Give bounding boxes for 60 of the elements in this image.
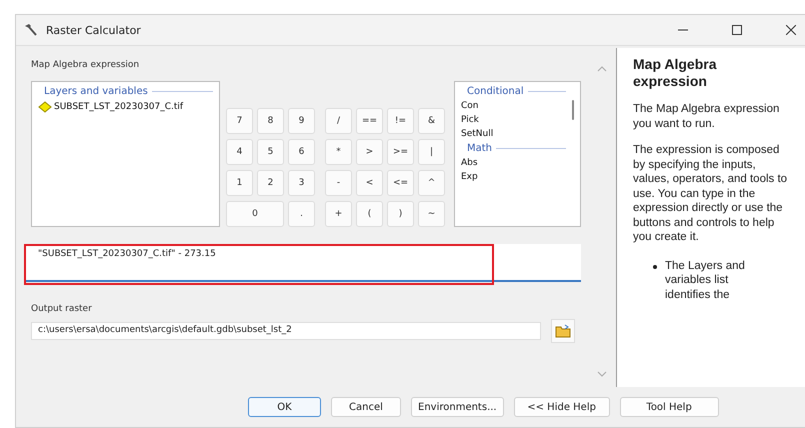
calculator-key[interactable]: . <box>288 201 315 227</box>
calculator-key[interactable]: 6 <box>288 139 315 165</box>
group-heading: Conditional <box>467 86 524 97</box>
group-heading: Layers and variables <box>44 86 148 97</box>
calculator-key[interactable]: 0 <box>226 201 284 227</box>
window-title: Raster Calculator <box>46 24 142 36</box>
output-field[interactable]: c:\users\ersa\documents\arcgis\default.gdb\subset_lst_2 <box>31 322 541 340</box>
help-paragraph: The expression is composed by specifying the inputs, values, operators, and tools to use. You can type in the expression directly or use the buttons and controls to help you create it. <box>633 143 788 244</box>
operator-key[interactable]: * <box>325 139 352 165</box>
calculator-key[interactable]: 8 <box>257 108 284 134</box>
output-label: Output raster <box>31 304 92 314</box>
calculator-key[interactable]: 2 <box>257 170 284 196</box>
maximize-icon <box>732 25 742 35</box>
operator-key[interactable]: ^ <box>418 170 445 196</box>
scroll-down-icon[interactable] <box>597 371 607 377</box>
operator-key[interactable]: & <box>418 108 445 134</box>
dialog-button[interactable]: OK <box>248 397 321 417</box>
operator-key[interactable]: / <box>325 108 352 134</box>
function-item[interactable]: SetNull <box>461 129 566 139</box>
close-icon <box>786 25 796 35</box>
bullet-icon <box>653 264 657 268</box>
operator-key[interactable]: < <box>356 170 383 196</box>
operator-key[interactable]: != <box>387 108 414 134</box>
calculator-key[interactable]: 1 <box>226 170 253 196</box>
hammer-icon <box>24 23 38 37</box>
calculator-key[interactable]: 5 <box>257 139 284 165</box>
operator-key[interactable]: - <box>325 170 352 196</box>
function-item[interactable]: Con <box>461 101 566 111</box>
diamond-icon <box>38 101 52 113</box>
scrollbar-thumb[interactable] <box>572 100 574 120</box>
function-item[interactable]: Abs <box>461 158 566 168</box>
help-bullet-text: The Layers and variables list identifies the <box>665 258 746 302</box>
function-item[interactable]: Pick <box>461 115 566 125</box>
folder-button[interactable] <box>551 319 575 343</box>
operator-key[interactable]: ~ <box>418 201 445 227</box>
operator-key[interactable]: > <box>356 139 383 165</box>
operator-key[interactable]: + <box>325 201 352 227</box>
operator-key[interactable]: <= <box>387 170 414 196</box>
calculator-key[interactable]: 3 <box>288 170 315 196</box>
help-paragraph: The Map Algebra expression you want to run. <box>633 102 780 131</box>
scroll-up-icon[interactable] <box>597 66 607 72</box>
operator-key[interactable]: ( <box>356 201 383 227</box>
group-heading: Math <box>467 143 492 154</box>
calculator-key[interactable]: 7 <box>226 108 253 134</box>
layer-item[interactable]: SUBSET_LST_20230307_C.tif <box>38 101 213 113</box>
dialog-button[interactable]: Cancel <box>331 397 401 417</box>
dialog-button[interactable]: Tool Help <box>620 397 719 417</box>
folder-icon <box>555 324 571 338</box>
calculator-key[interactable]: 9 <box>288 108 315 134</box>
dialog-button[interactable]: << Hide Help <box>514 397 610 417</box>
expression-field[interactable]: "SUBSET_LST_20230307_C.tif" - 273.15 <box>24 244 581 282</box>
calculator-key[interactable]: 4 <box>226 139 253 165</box>
expression-label: Map Algebra expression <box>31 60 140 70</box>
dialog-button[interactable]: Environments... <box>411 397 504 417</box>
operator-key[interactable]: | <box>418 139 445 165</box>
operator-key[interactable]: == <box>356 108 383 134</box>
function-item[interactable]: Exp <box>461 172 566 182</box>
help-title: Map Algebra expression <box>633 56 718 90</box>
operator-key[interactable]: >= <box>387 139 414 165</box>
operator-key[interactable]: ) <box>387 201 414 227</box>
